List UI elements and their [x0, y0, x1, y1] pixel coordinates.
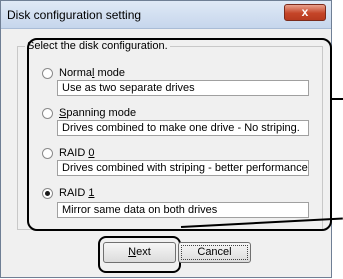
window-title: Disk configuration setting — [7, 8, 142, 22]
next-button-label: Next — [128, 246, 151, 258]
title-bar: Disk configuration setting x — [1, 1, 331, 29]
next-button[interactable]: Next — [103, 242, 176, 263]
close-button[interactable]: x — [284, 4, 326, 21]
cancel-button[interactable]: Cancel — [178, 242, 251, 263]
options-callout-leader — [330, 98, 343, 100]
options-callout-outline — [27, 38, 332, 231]
focus-ring — [181, 245, 248, 260]
close-icon: x — [301, 5, 309, 19]
